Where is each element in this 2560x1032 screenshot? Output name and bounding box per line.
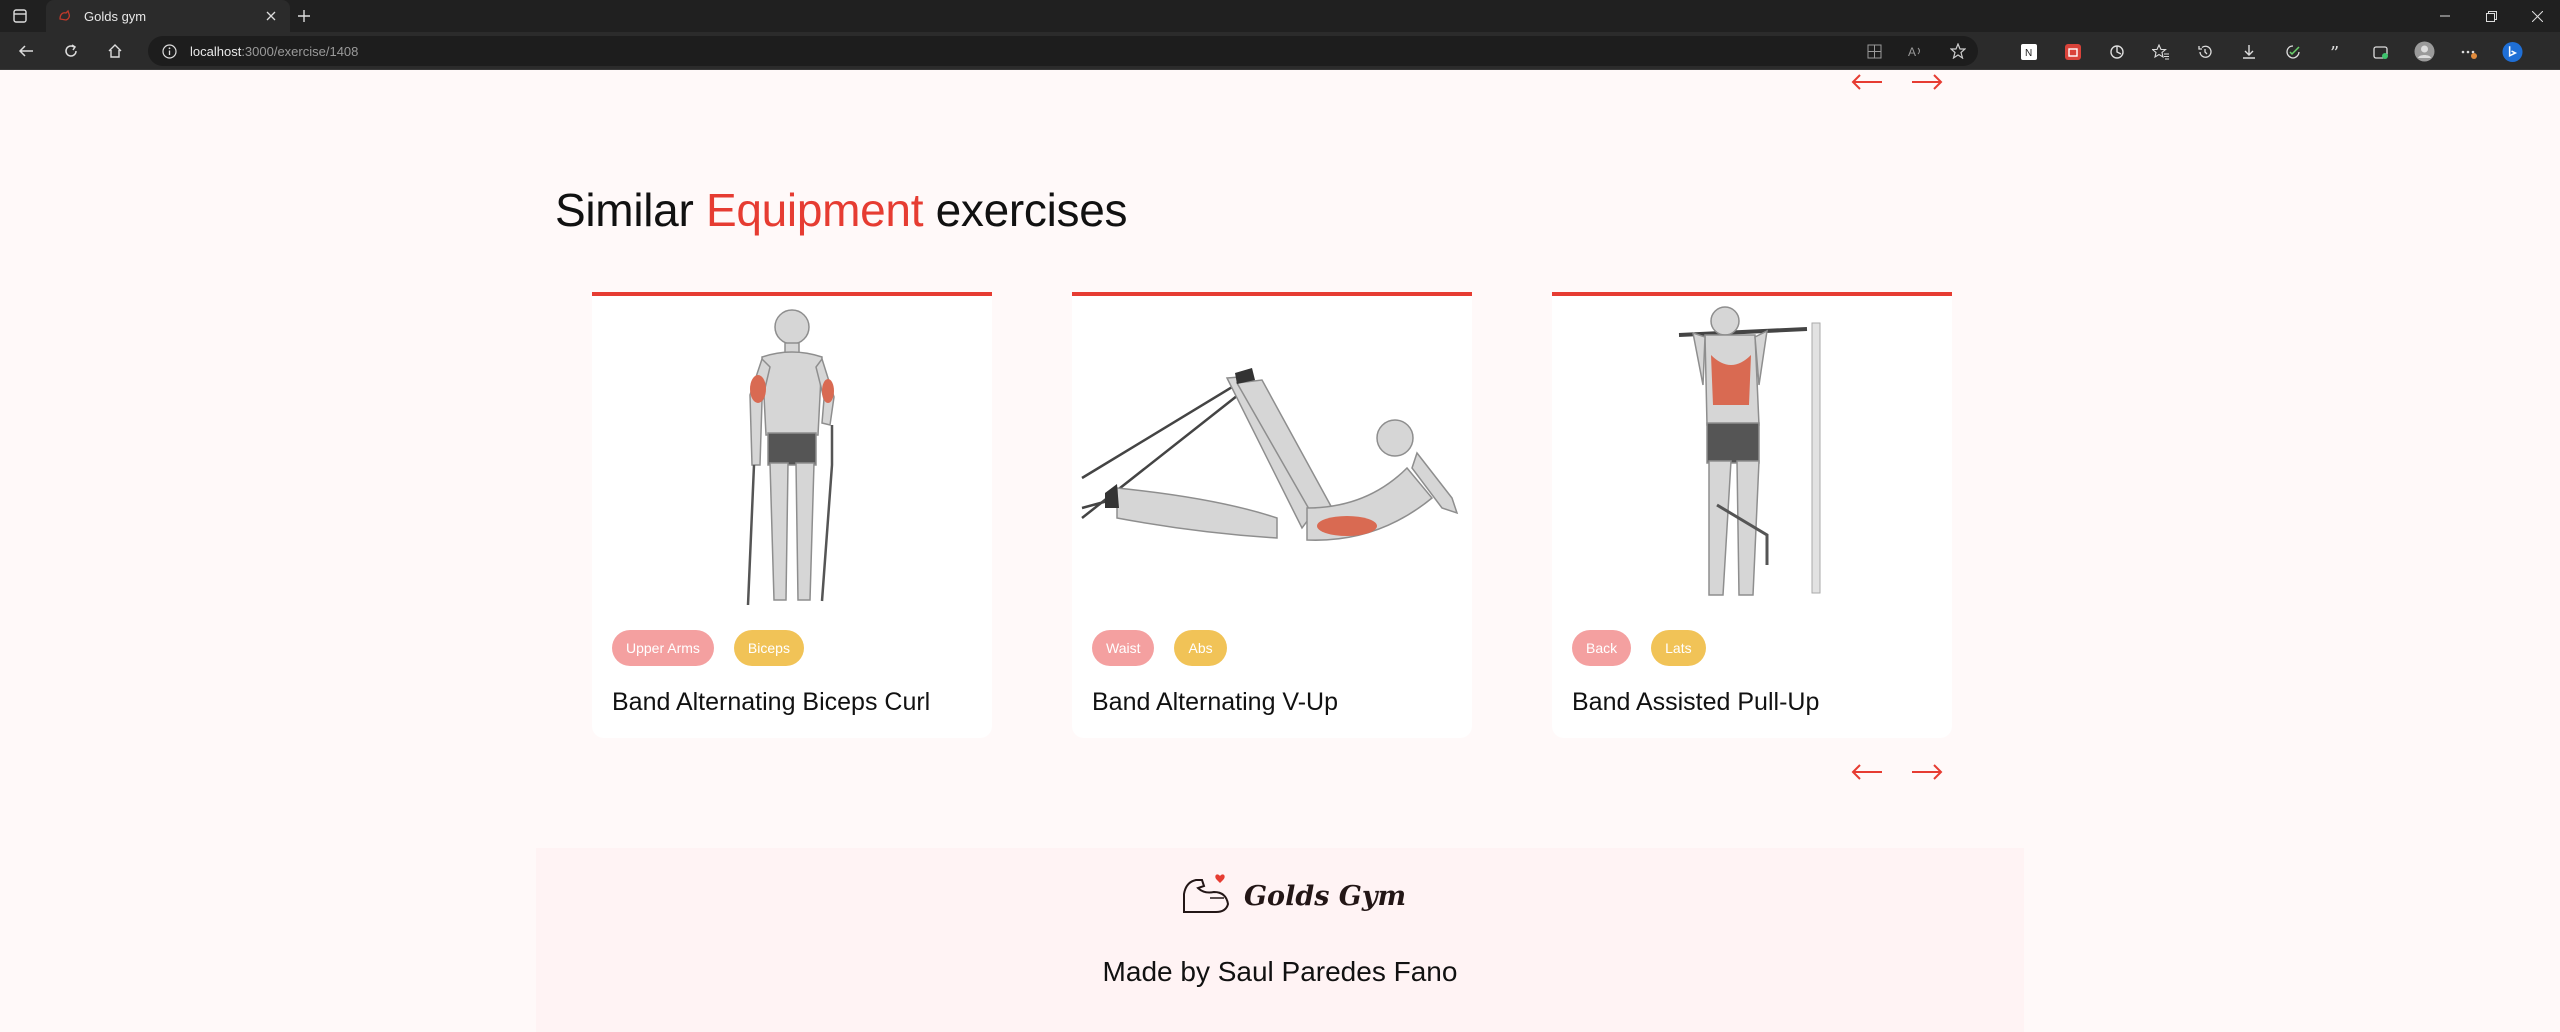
- exercise-tags: Back Lats: [1572, 630, 1706, 666]
- section-title-part2: exercises: [923, 184, 1128, 236]
- exercise-tags: Upper Arms Biceps: [612, 630, 804, 666]
- split-screen-icon[interactable]: [1864, 41, 1884, 61]
- exercise-card[interactable]: Waist Abs Band Alternating V-Up: [1072, 292, 1472, 738]
- refresh-icon[interactable]: [61, 41, 81, 61]
- body-part-pill[interactable]: Waist: [1092, 630, 1155, 666]
- browser-tab[interactable]: Golds gym: [46, 0, 290, 32]
- extension-icon[interactable]: N: [2018, 41, 2039, 62]
- exercise-card[interactable]: Back Lats Band Assisted Pull-Up: [1552, 292, 1952, 738]
- bottom-scroll-arrows: [1850, 761, 1944, 783]
- downloads-icon[interactable]: [2238, 41, 2259, 62]
- wallet-icon[interactable]: [2370, 41, 2391, 62]
- quote-icon[interactable]: ”: [2326, 41, 2347, 62]
- restore-icon[interactable]: [2468, 0, 2514, 32]
- exercise-image: [592, 302, 992, 614]
- logo[interactable]: Golds Gym: [1180, 872, 1406, 921]
- extensions-bar: N ”: [2018, 41, 2523, 62]
- favorite-star-icon[interactable]: [1948, 41, 1968, 61]
- browser-toolbar: localhost:3000/exercise/1408 A N ”: [0, 32, 2560, 70]
- exercise-image: [1552, 302, 1952, 614]
- info-icon[interactable]: [160, 42, 178, 60]
- footer: Golds Gym Made by Saul Paredes Fano: [536, 848, 2024, 1032]
- address-bar[interactable]: localhost:3000/exercise/1408 A: [148, 36, 1978, 66]
- logo-icon: [1180, 872, 1236, 921]
- left-arrow-icon[interactable]: [1850, 71, 1884, 93]
- extension-icon[interactable]: [2062, 41, 2083, 62]
- exercise-card[interactable]: Upper Arms Biceps Band Alternating Bicep…: [592, 292, 992, 738]
- url-host: localhost: [190, 43, 242, 59]
- extension-icon[interactable]: [2106, 41, 2127, 62]
- tab-title: Golds gym: [84, 8, 147, 24]
- tab-actions-icon[interactable]: [10, 6, 30, 26]
- top-scroll-arrows: [1850, 71, 1944, 93]
- right-arrow-icon[interactable]: [1910, 71, 1944, 93]
- exercise-tags: Waist Abs: [1092, 630, 1227, 666]
- right-arrow-icon[interactable]: [1910, 761, 1944, 783]
- body-part-pill[interactable]: Back: [1572, 630, 1632, 666]
- exercise-name: Band Alternating V-Up: [1092, 688, 1338, 716]
- svg-text:”: ”: [2330, 44, 2339, 60]
- profile-icon[interactable]: [2414, 41, 2435, 62]
- plus-icon[interactable]: [294, 6, 314, 26]
- shield-icon[interactable]: [2282, 41, 2303, 62]
- body-part-pill[interactable]: Upper Arms: [612, 630, 714, 666]
- favorites-icon[interactable]: [2150, 41, 2171, 62]
- exercise-name: Band Assisted Pull-Up: [1572, 688, 1820, 716]
- close-window-icon[interactable]: [2514, 0, 2560, 32]
- section-title: Similar Equipment exercises: [555, 183, 1128, 237]
- exercise-name: Band Alternating Biceps Curl: [612, 688, 931, 716]
- window-controls: [2422, 0, 2560, 32]
- svg-text:A: A: [1908, 45, 1916, 58]
- section-title-part1: Similar: [555, 184, 706, 236]
- section-title-highlight: Equipment: [705, 184, 924, 236]
- target-pill[interactable]: Abs: [1174, 630, 1227, 666]
- read-aloud-icon[interactable]: A: [1906, 41, 1926, 61]
- made-by-text: Made by Saul Paredes Fano: [1102, 956, 1458, 987]
- target-pill[interactable]: Biceps: [733, 630, 804, 666]
- browser-tab-bar: Golds gym: [0, 0, 2560, 32]
- minimize-icon[interactable]: [2422, 0, 2468, 32]
- svg-text:N: N: [2025, 48, 2032, 59]
- copilot-icon[interactable]: [2502, 41, 2523, 62]
- back-icon[interactable]: [16, 41, 36, 61]
- favicon-icon: [56, 7, 74, 25]
- left-arrow-icon[interactable]: [1850, 761, 1884, 783]
- logo-text: Golds Gym: [1244, 881, 1407, 912]
- more-icon[interactable]: [2458, 41, 2479, 62]
- history-icon[interactable]: [2194, 41, 2215, 62]
- home-icon[interactable]: [105, 41, 125, 61]
- close-icon[interactable]: [262, 7, 280, 25]
- url-path: :3000/exercise/1408: [241, 43, 359, 59]
- exercise-image: [1072, 302, 1472, 614]
- target-pill[interactable]: Lats: [1651, 630, 1706, 666]
